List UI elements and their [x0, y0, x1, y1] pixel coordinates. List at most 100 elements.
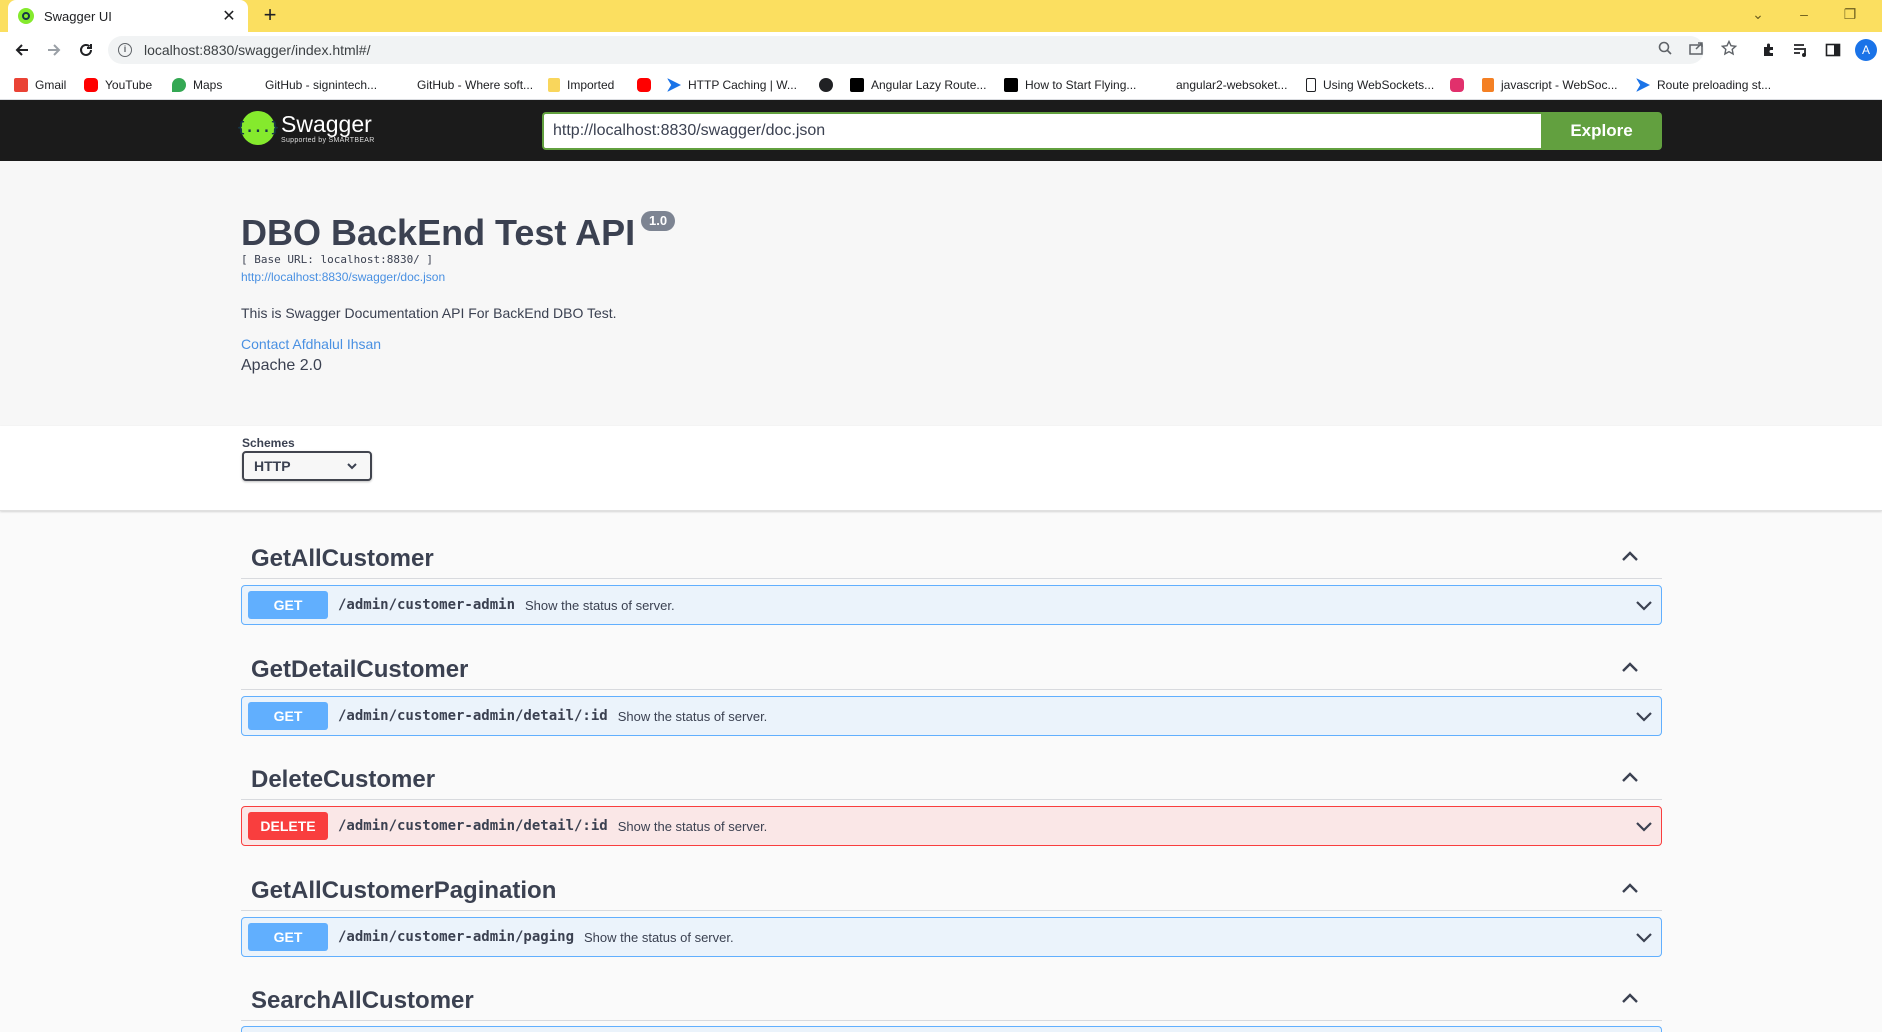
contact-link[interactable]: Contact Afdhalul Ihsan — [241, 336, 381, 352]
tag-section-header[interactable]: GetAllCustomerPagination — [241, 869, 1662, 911]
share-icon[interactable] — [1687, 38, 1707, 58]
browser-tab[interactable]: Swagger UI ✕ — [8, 0, 248, 32]
operation-summary: Show the status of server. — [525, 597, 675, 613]
bookmark-using-websockets[interactable]: Using WebSockets... — [1306, 76, 1434, 94]
bookmark-gmail[interactable]: Gmail — [14, 76, 66, 94]
chevron-down-icon — [346, 460, 358, 472]
tag-section-header[interactable]: GetAllCustomer — [241, 537, 1662, 579]
doc-json-link[interactable]: http://localhost:8830/swagger/doc.json — [241, 270, 445, 284]
chevron-down-icon[interactable] — [1635, 930, 1653, 944]
tag-section-header[interactable]: DeleteCustomer — [241, 758, 1662, 800]
stackoverflow-icon — [1482, 78, 1494, 92]
profile-avatar[interactable]: A — [1855, 39, 1877, 61]
schemes-label: Schemes — [242, 436, 295, 450]
chevron-down-icon[interactable] — [1635, 819, 1653, 833]
extensions-icon[interactable] — [1759, 40, 1779, 60]
address-url: localhost:8830/swagger/index.html#/ — [144, 42, 371, 58]
bookmark-http-caching[interactable]: HTTP Caching | W... — [667, 76, 797, 94]
medium-icon — [850, 78, 864, 92]
github-icon — [1155, 78, 1169, 92]
api-info-section — [0, 161, 1882, 426]
tag-name: GetAllCustomerPagination — [251, 877, 557, 904]
method-badge: GET — [248, 923, 328, 951]
github-icon — [396, 78, 410, 92]
operation-row[interactable]: DELETE /admin/customer-admin/detail/:id … — [241, 806, 1662, 846]
chevron-up-icon[interactable] — [1620, 991, 1640, 1005]
bookmark-route-preloading[interactable]: Route preloading st... — [1636, 76, 1771, 94]
web-dev-icon — [667, 78, 681, 92]
minimize-icon[interactable]: – — [1794, 6, 1814, 26]
youtube-icon — [84, 78, 98, 92]
chevron-up-icon[interactable] — [1620, 770, 1640, 784]
dev-icon — [1306, 78, 1316, 92]
bookmark-instagram[interactable] — [1450, 76, 1471, 94]
schemes-select[interactable]: HTTP — [242, 451, 372, 481]
youtube-icon — [637, 78, 651, 92]
tag-name: GetAllCustomer — [251, 545, 434, 572]
swagger-logo[interactable]: {...} Swagger Supported by SMARTBEAR — [237, 111, 375, 145]
bookmark-youtube[interactable]: YouTube — [84, 76, 152, 94]
swagger-logo-sub: Supported by SMARTBEAR — [281, 137, 375, 144]
tab-search-chevron-icon[interactable]: ⌄ — [1748, 6, 1768, 26]
bookmark-maps[interactable]: Maps — [172, 76, 222, 94]
folder-icon — [548, 78, 560, 92]
method-badge: GET — [248, 591, 328, 619]
swagger-favicon-icon — [18, 8, 34, 24]
explore-button[interactable]: Explore — [1541, 112, 1662, 150]
bookmarks-bar: Gmail YouTube Maps GitHub - signintech..… — [0, 68, 1882, 100]
spec-url-input[interactable]: http://localhost:8830/swagger/doc.json — [542, 112, 1541, 150]
new-tab-icon[interactable]: + — [258, 4, 282, 28]
github-icon — [244, 78, 258, 92]
operation-summary: Show the status of server. — [617, 818, 768, 834]
operation-path: /admin/customer-admin — [338, 597, 516, 613]
zoom-search-icon[interactable] — [1655, 38, 1675, 58]
media-queue-icon[interactable] — [1791, 40, 1811, 60]
chevron-down-icon[interactable] — [1635, 598, 1653, 612]
method-badge: GET — [248, 702, 328, 730]
bookmark-github-signintech[interactable]: GitHub - signintech... — [244, 76, 377, 94]
medium-icon — [1004, 78, 1018, 92]
swagger-logo-name: Swagger — [281, 111, 372, 137]
bookmark-star-icon[interactable] — [1719, 38, 1739, 58]
operation-row[interactable]: GET /admin/customer-admin/detail/:id Sho… — [241, 696, 1662, 736]
browser-tab-bar: Swagger UI ✕ + ⌄ – ❐ — [0, 0, 1882, 32]
bookmark-youtube-2[interactable] — [637, 76, 658, 94]
gmail-icon — [14, 78, 28, 92]
reload-icon[interactable] — [74, 38, 98, 62]
operation-row[interactable]: GET /admin/customer-admin/paging Show th… — [241, 917, 1662, 957]
restore-icon[interactable]: ❐ — [1840, 6, 1860, 26]
swagger-logo-icon: {...} — [237, 111, 279, 145]
method-badge: DELETE — [248, 812, 328, 840]
bookmark-angular2-websoket[interactable]: angular2-websoket... — [1155, 76, 1287, 94]
bookmark-globe[interactable] — [819, 76, 840, 94]
tag-name: SearchAllCustomer — [251, 987, 474, 1014]
back-icon[interactable] — [10, 38, 34, 62]
chevron-down-icon[interactable] — [1635, 709, 1653, 723]
api-description: This is Swagger Documentation API For Ba… — [241, 305, 617, 321]
chevron-up-icon[interactable] — [1620, 881, 1640, 895]
tag-section-header[interactable]: GetDetailCustomer — [241, 648, 1662, 690]
forward-icon[interactable] — [42, 38, 66, 62]
bookmark-github-where-soft[interactable]: GitHub - Where soft... — [396, 76, 533, 94]
operation-summary: Show the status of server. — [584, 929, 734, 945]
browser-toolbar: i localhost:8830/swagger/index.html#/ A — [0, 32, 1882, 68]
bookmark-imported[interactable]: Imported — [548, 76, 614, 94]
instagram-icon — [1450, 78, 1464, 92]
bookmark-how-to-start-flying[interactable]: How to Start Flying... — [1004, 76, 1136, 94]
chevron-up-icon[interactable] — [1620, 660, 1640, 674]
web-dev-icon — [1636, 78, 1650, 92]
tag-section-header[interactable]: SearchAllCustomer — [241, 979, 1662, 1021]
site-info-icon[interactable]: i — [118, 43, 132, 57]
tab-close-icon[interactable]: ✕ — [220, 6, 238, 26]
address-bar[interactable]: i localhost:8830/swagger/index.html#/ — [108, 36, 1704, 64]
side-panel-icon[interactable] — [1823, 40, 1843, 60]
operation-row[interactable] — [241, 1026, 1662, 1032]
bookmark-angular-lazy-route[interactable]: Angular Lazy Route... — [850, 76, 986, 94]
chevron-up-icon[interactable] — [1620, 549, 1640, 563]
operation-row[interactable]: GET /admin/customer-admin Show the statu… — [241, 585, 1662, 625]
operation-summary: Show the status of server. — [617, 708, 768, 724]
operation-path: /admin/customer-admin/detail/:id — [338, 708, 608, 724]
maps-icon — [172, 78, 186, 92]
schemes-selected-value: HTTP — [254, 458, 291, 474]
bookmark-javascript-websoc[interactable]: javascript - WebSoc... — [1482, 76, 1617, 94]
